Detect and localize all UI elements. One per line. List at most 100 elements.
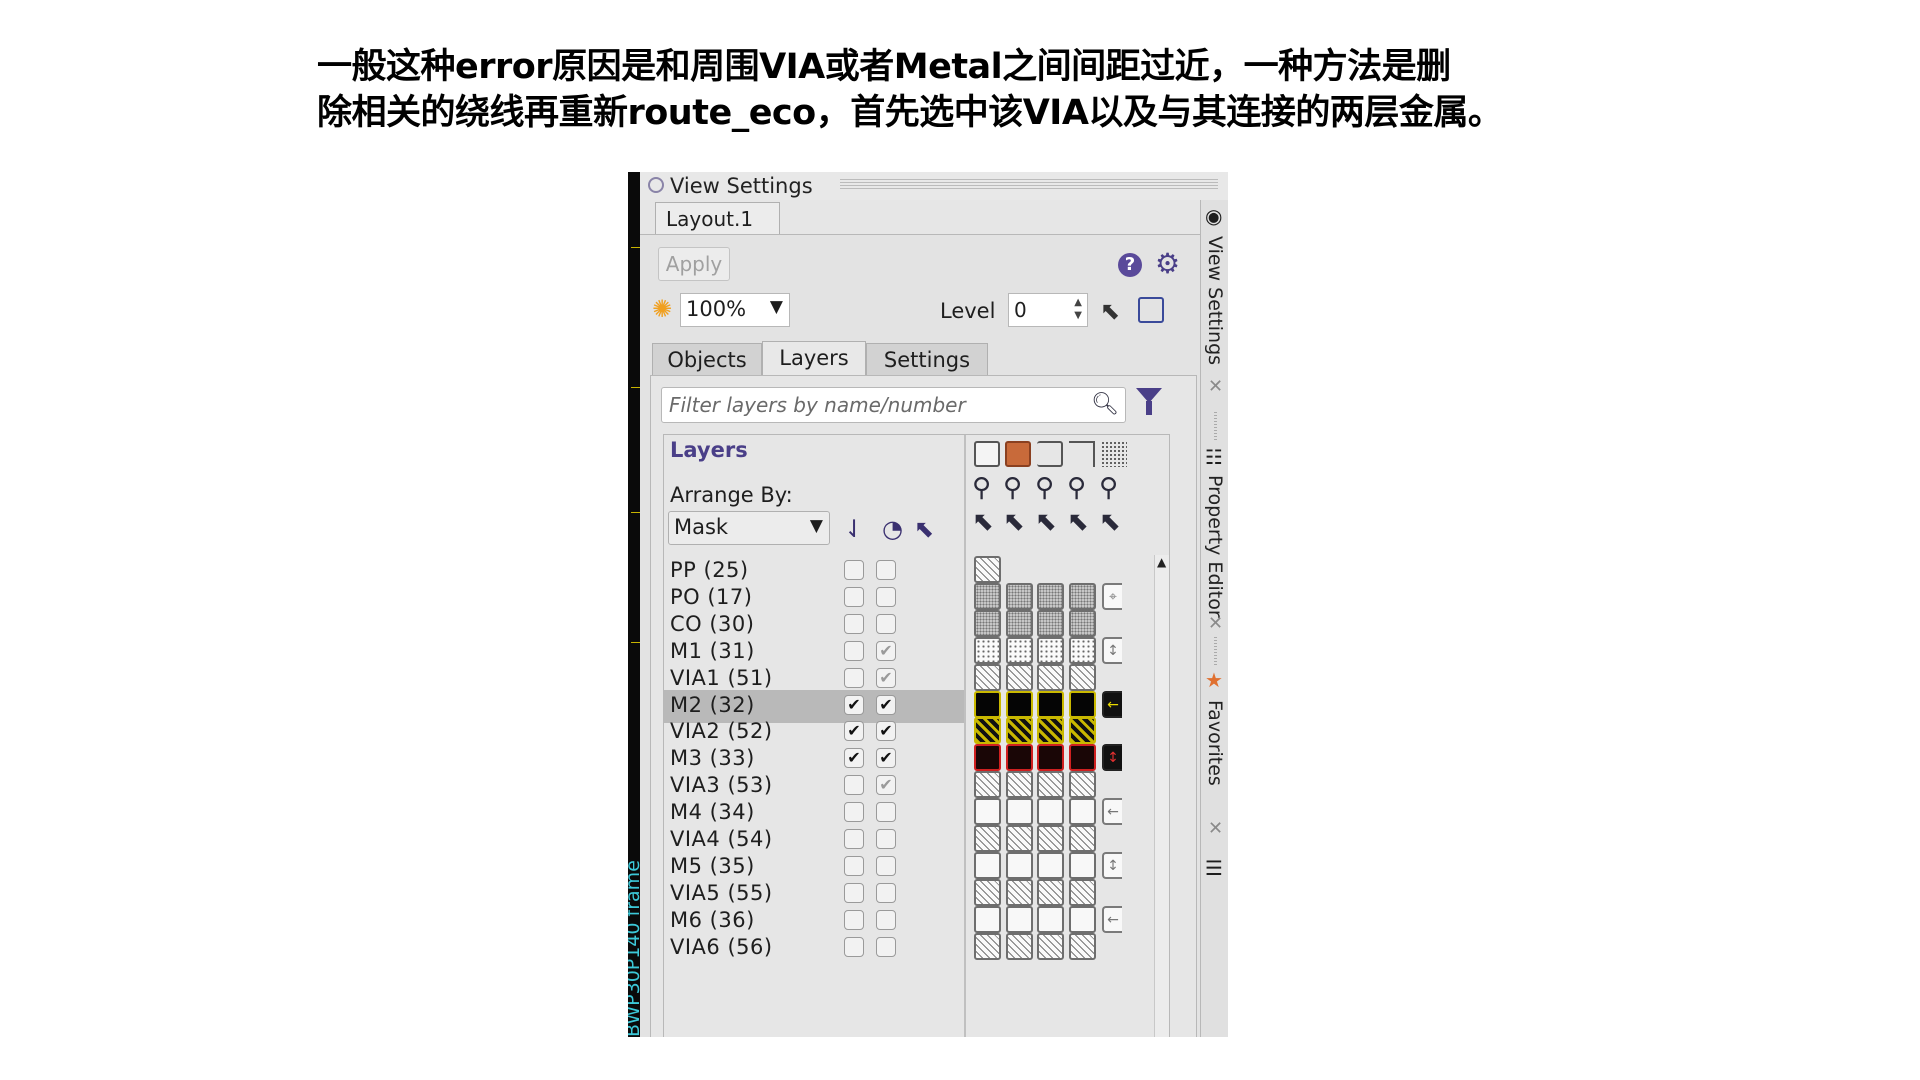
layer-swatch[interactable]: [974, 691, 1001, 718]
eye-icon[interactable]: ⚲: [972, 473, 991, 503]
tab-objects[interactable]: Objects: [652, 343, 762, 375]
gear-icon[interactable]: ⚙: [1155, 249, 1180, 279]
visible-checkbox[interactable]: [844, 587, 864, 607]
layer-swatch[interactable]: [1068, 771, 1096, 798]
outline-mode-icon[interactable]: [1037, 441, 1063, 467]
layer-swatch[interactable]: [1068, 583, 1096, 610]
selectable-checkbox[interactable]: ✔: [876, 775, 896, 795]
layer-swatch[interactable]: [974, 637, 1001, 664]
spin-arrows-icon[interactable]: ▲ ▼: [1074, 296, 1082, 322]
window-menu-icon[interactable]: [648, 177, 664, 193]
layer-direction-icon[interactable]: ↕: [1102, 852, 1122, 879]
layer-swatch[interactable]: [1005, 744, 1033, 771]
eye-icon[interactable]: ⚲: [1067, 473, 1086, 503]
scroll-up-icon[interactable]: ▲: [1157, 555, 1166, 569]
funnel-icon[interactable]: [1136, 388, 1162, 415]
visible-checkbox[interactable]: [844, 856, 864, 876]
layer-swatch[interactable]: [974, 798, 1001, 825]
selectable-checkbox[interactable]: ✔: [876, 721, 896, 741]
visible-checkbox[interactable]: [844, 775, 864, 795]
layer-swatch[interactable]: [1005, 637, 1033, 664]
cursor-icon[interactable]: ⬉: [972, 507, 994, 537]
dock-tab-property-editor[interactable]: ☷ Property Editor ✕: [1201, 445, 1228, 635]
layer-swatch[interactable]: [1068, 664, 1096, 691]
cursor-icon[interactable]: ⬉: [1067, 507, 1089, 537]
visible-checkbox[interactable]: [844, 937, 864, 957]
layer-swatch[interactable]: [1037, 664, 1064, 691]
layer-swatch[interactable]: [1068, 852, 1096, 879]
layer-swatch[interactable]: [1005, 664, 1033, 691]
visible-checkbox[interactable]: [844, 802, 864, 822]
apply-button[interactable]: Apply: [658, 247, 730, 281]
selectable-checkbox[interactable]: [876, 829, 896, 849]
eye-icon[interactable]: ◔: [882, 515, 903, 543]
layer-direction-icon[interactable]: ↕: [1102, 637, 1122, 664]
layer-swatch[interactable]: [1037, 798, 1064, 825]
level-spinbox[interactable]: 0 ▲ ▼: [1008, 293, 1088, 327]
layer-swatch[interactable]: [1005, 852, 1033, 879]
layer-swatch[interactable]: [1037, 717, 1064, 744]
layer-options-icon[interactable]: [1138, 297, 1164, 323]
dock-tab-more[interactable]: ☰: [1201, 852, 1228, 912]
layer-swatch[interactable]: [1037, 879, 1064, 906]
layer-swatch[interactable]: [974, 717, 1001, 744]
layers-scrollbar[interactable]: ▲: [1154, 555, 1169, 1037]
eye-icon[interactable]: ⚲: [1003, 473, 1022, 503]
selectable-checkbox[interactable]: [876, 802, 896, 822]
layer-swatch[interactable]: [1068, 744, 1096, 771]
arrange-select[interactable]: Mask ▼: [668, 511, 830, 545]
selectable-checkbox[interactable]: ✔: [876, 695, 896, 715]
layer-swatch[interactable]: [974, 933, 1001, 960]
fill-mode-icon[interactable]: [974, 441, 1000, 467]
layer-swatch[interactable]: [1037, 691, 1064, 718]
close-icon[interactable]: ✕: [1208, 613, 1223, 634]
layer-swatch[interactable]: [1005, 771, 1033, 798]
layer-swatch[interactable]: [1005, 879, 1033, 906]
help-icon[interactable]: ?: [1118, 253, 1142, 277]
layer-direction-icon[interactable]: ←: [1102, 906, 1122, 933]
layer-swatch[interactable]: [1068, 717, 1096, 744]
selectable-checkbox[interactable]: ✔: [876, 748, 896, 768]
selectable-checkbox[interactable]: [876, 560, 896, 580]
layer-swatch[interactable]: [1037, 906, 1064, 933]
visible-checkbox[interactable]: [844, 641, 864, 661]
cursor-icon[interactable]: ⬉: [1099, 507, 1121, 537]
sort-icon[interactable]: ⇃: [844, 515, 864, 543]
layer-swatch[interactable]: [1037, 852, 1064, 879]
close-icon[interactable]: ✕: [1208, 376, 1223, 397]
layer-direction-icon[interactable]: ←: [1102, 798, 1122, 825]
layer-swatch[interactable]: [1005, 717, 1033, 744]
selectable-checkbox[interactable]: ✔: [876, 641, 896, 661]
layer-swatch[interactable]: [1037, 825, 1064, 852]
layer-direction-icon[interactable]: ←: [1102, 691, 1122, 718]
visible-checkbox[interactable]: [844, 614, 864, 634]
corner-mode-icon[interactable]: [1069, 441, 1095, 467]
dock-grip[interactable]: [1214, 412, 1217, 440]
dock-grip[interactable]: [1214, 637, 1217, 665]
layer-swatch[interactable]: [1068, 691, 1096, 718]
layer-swatch[interactable]: [1068, 825, 1096, 852]
layer-swatch[interactable]: [1005, 798, 1033, 825]
layer-swatch[interactable]: [1037, 583, 1064, 610]
layer-row[interactable]: VIA6 (56): [664, 932, 964, 965]
eye-icon[interactable]: ⚲: [1099, 473, 1118, 503]
filter-field[interactable]: 🔍︎: [661, 387, 1126, 423]
visible-checkbox[interactable]: ✔: [844, 748, 864, 768]
visible-checkbox[interactable]: [844, 560, 864, 580]
visible-checkbox[interactable]: [844, 883, 864, 903]
title-grip[interactable]: [840, 179, 1218, 191]
tab-layout-1[interactable]: Layout.1: [655, 202, 780, 234]
layer-swatch[interactable]: [1005, 906, 1033, 933]
layer-swatch[interactable]: [974, 879, 1001, 906]
dot-mode-icon[interactable]: [1101, 441, 1127, 467]
layer-swatch[interactable]: [1005, 610, 1033, 637]
visible-checkbox[interactable]: [844, 668, 864, 688]
visible-checkbox[interactable]: ✔: [844, 695, 864, 715]
search-icon[interactable]: 🔍︎: [1091, 392, 1119, 417]
layer-swatch[interactable]: [1068, 906, 1096, 933]
layer-swatch[interactable]: [974, 771, 1001, 798]
selectable-checkbox[interactable]: [876, 856, 896, 876]
selectable-checkbox[interactable]: [876, 937, 896, 957]
close-icon[interactable]: ✕: [1208, 818, 1223, 839]
layer-swatch[interactable]: [1037, 771, 1064, 798]
